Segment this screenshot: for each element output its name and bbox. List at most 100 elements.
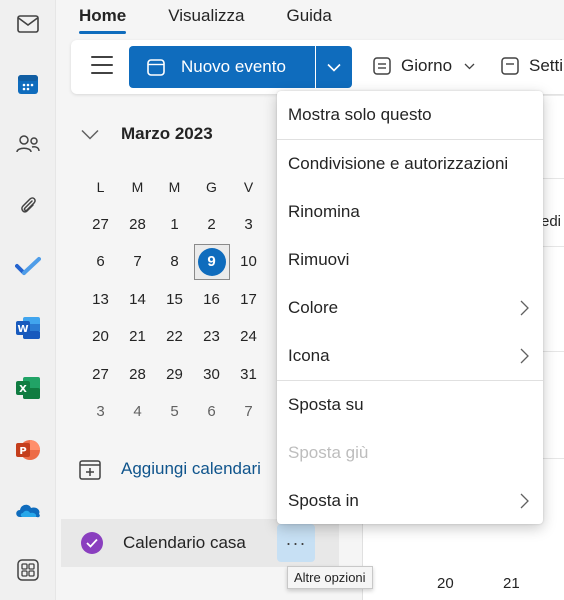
day-cell[interactable]: 3 — [230, 216, 267, 233]
day-cell[interactable]: 13 — [82, 291, 119, 308]
day-cell[interactable]: 30 — [193, 366, 230, 383]
day-cell-today[interactable]: 9 — [193, 243, 230, 280]
chevron-right-icon — [520, 300, 529, 316]
svg-text:W: W — [17, 324, 28, 335]
main-area: Home Visualizza Guida Nuovo evento Giorn… — [57, 0, 564, 600]
menu-item-label: Sposta in — [288, 491, 359, 510]
weekday-label: V — [243, 178, 254, 195]
attachment-icon[interactable] — [10, 188, 46, 224]
chevron-right-icon — [520, 493, 529, 509]
view-day-label: Giorno — [401, 56, 453, 75]
day-cell[interactable]: 31 — [230, 366, 267, 383]
week-row: 27 28 29 30 31 — [82, 356, 267, 394]
day-cell[interactable]: 3 — [82, 403, 119, 420]
day-cell[interactable]: 29 — [156, 366, 193, 383]
calendar-icon[interactable] — [10, 66, 46, 102]
menu-item-move-to[interactable]: Sposta in — [277, 477, 543, 525]
weekday-label: M — [131, 178, 144, 195]
powerpoint-icon[interactable]: P — [10, 432, 46, 468]
month-header: Marzo 2023 — [81, 124, 213, 144]
new-event-button[interactable]: Nuovo evento — [129, 46, 315, 88]
day-cell[interactable]: 28 — [119, 216, 156, 233]
tab-home[interactable]: Home — [79, 0, 127, 36]
menu-item-icon[interactable]: Icona — [277, 332, 543, 380]
day-cell[interactable]: 4 — [119, 403, 156, 420]
day-cell[interactable]: 1 — [156, 216, 193, 233]
more-apps-icon[interactable] — [10, 552, 46, 588]
menu-toggle-icon[interactable] — [91, 56, 113, 76]
today-frame: 9 — [193, 243, 230, 280]
week-row: 13 14 15 16 17 — [82, 281, 267, 319]
day-cell[interactable]: 14 — [119, 291, 156, 308]
day-cell[interactable]: 28 — [119, 366, 156, 383]
day-cell[interactable]: 16 — [193, 291, 230, 308]
menu-item-label: Colore — [288, 298, 339, 317]
people-icon[interactable] — [10, 126, 46, 162]
chevron-down-icon[interactable] — [81, 129, 99, 140]
day-cell[interactable]: 27 — [82, 366, 119, 383]
day-cell[interactable]: 10 — [230, 253, 267, 270]
day-number: 21 — [503, 575, 520, 592]
menu-item-label: Sposta su — [288, 395, 364, 414]
svg-text:X: X — [19, 384, 27, 395]
day-cell[interactable]: 7 — [119, 253, 156, 270]
day-cell[interactable]: 6 — [193, 403, 230, 420]
day-cell[interactable]: 2 — [193, 216, 230, 233]
settings-button[interactable]: Setti — [501, 56, 563, 76]
day-cell[interactable]: 7 — [230, 403, 267, 420]
app-rail: W X P — [0, 0, 56, 600]
excel-icon[interactable]: X — [10, 370, 46, 406]
day-cell[interactable]: 17 — [230, 291, 267, 308]
chevron-down-icon — [464, 63, 475, 69]
weekday-label: M — [168, 178, 181, 195]
weekday-row: L M M G V — [82, 168, 267, 206]
menu-item-sharing[interactable]: Condivisione e autorizzazioni — [277, 140, 543, 188]
day-cell[interactable]: 21 — [119, 328, 156, 345]
day-cell[interactable]: 27 — [82, 216, 119, 233]
menu-item-show-only[interactable]: Mostra solo questo — [277, 91, 543, 139]
tab-guida[interactable]: Guida — [286, 0, 331, 36]
day-cell[interactable]: 8 — [156, 253, 193, 270]
view-day-dropdown[interactable]: Giorno — [373, 56, 475, 76]
today-marker: 9 — [197, 247, 226, 276]
day-cell[interactable]: 24 — [230, 328, 267, 345]
svg-text:P: P — [19, 446, 26, 457]
week-row: 20 21 22 23 24 — [82, 318, 267, 356]
more-options-button[interactable]: ··· — [277, 524, 315, 562]
calendar-name: Calendario casa — [123, 533, 246, 552]
week-row: 6 7 8 9 10 — [82, 243, 267, 281]
onedrive-icon[interactable] — [10, 492, 46, 528]
calendar-add-icon — [79, 460, 101, 480]
ribbon-toolbar: Nuovo evento Giorno Setti — [71, 40, 564, 94]
calendar-add-icon — [147, 59, 165, 76]
menu-item-move-down: Sposta giù — [277, 429, 543, 477]
day-cell[interactable]: 23 — [193, 328, 230, 345]
checkmark-icon[interactable] — [81, 532, 103, 554]
menu-item-rename[interactable]: Rinomina — [277, 188, 543, 236]
new-event-dropdown[interactable] — [316, 46, 352, 88]
mail-icon[interactable] — [10, 6, 46, 42]
menu-item-remove[interactable]: Rimuovi — [277, 236, 543, 284]
add-calendar-label: Aggiungi calendari — [121, 459, 261, 478]
calendar-context-menu: Mostra solo questo Condivisione e autori… — [277, 91, 543, 524]
day-cell[interactable]: 15 — [156, 291, 193, 308]
day-cell[interactable]: 22 — [156, 328, 193, 345]
month-title[interactable]: Marzo 2023 — [121, 124, 213, 144]
menu-item-move-up[interactable]: Sposta su — [277, 381, 543, 429]
more-options-tooltip: Altre opzioni — [287, 566, 373, 589]
chevron-down-icon — [327, 63, 341, 72]
weekday-label: L — [96, 178, 105, 195]
week-row: 27 28 1 2 3 — [82, 206, 267, 244]
menu-item-color[interactable]: Colore — [277, 284, 543, 332]
ribbon-tabs: Home Visualizza Guida — [57, 0, 352, 36]
day-view-icon — [373, 57, 391, 75]
day-cell[interactable]: 6 — [82, 253, 119, 270]
add-calendar-link[interactable]: Aggiungi calendari — [79, 458, 261, 480]
todo-icon[interactable] — [10, 248, 46, 284]
word-icon[interactable]: W — [10, 310, 46, 346]
tab-visualizza[interactable]: Visualizza — [168, 0, 244, 36]
day-header-partial: edi — [541, 213, 562, 230]
settings-label: Setti — [529, 56, 564, 75]
day-cell[interactable]: 20 — [82, 328, 119, 345]
day-cell[interactable]: 5 — [156, 403, 193, 420]
